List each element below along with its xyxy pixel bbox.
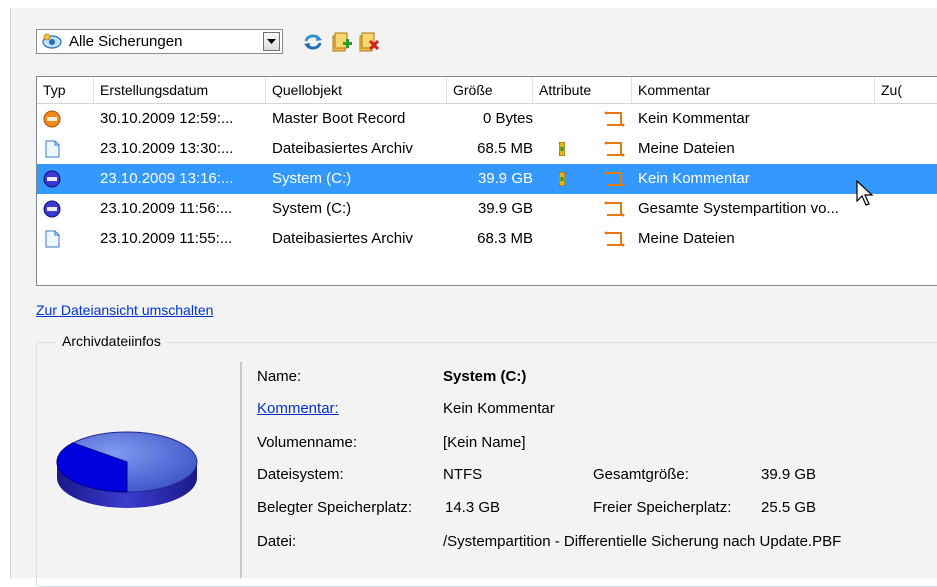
delete-backup-icon[interactable] [358, 32, 380, 52]
file-archive-icon [45, 230, 60, 248]
comment-icon [604, 231, 625, 247]
source-object: Dateibasiertes Archiv [272, 140, 413, 157]
file-archive-icon [45, 140, 60, 158]
comment-icon [604, 171, 625, 187]
table-row[interactable]: 30.10.2009 12:59:... Master Boot Record 0 … [37, 104, 937, 134]
backup-filter-value: Alle Sicherungen [69, 33, 183, 50]
creation-date: 30.10.2009 12:59:... [100, 110, 234, 127]
column-comment[interactable]: Kommentar [632, 77, 875, 103]
encrypted-attribute-icon [559, 142, 565, 156]
column-date[interactable]: Erstellungsdatum [94, 77, 266, 103]
mouse-cursor-icon [856, 180, 874, 206]
list-header: Typ Erstellungsdatum Quellobjekt Größe A… [37, 77, 937, 104]
backup-size: 68.3 MB [477, 230, 533, 247]
total-size-value: 39.9 GB [761, 466, 817, 483]
table-row[interactable]: 23.10.2009 13:30:... Dateibasiertes Archi… [37, 134, 937, 164]
mbr-disk-icon [43, 110, 61, 128]
backup-size: 68.5 MB [477, 140, 533, 157]
total-size-label: Gesamtgröße: [593, 466, 689, 483]
add-backup-icon[interactable] [331, 32, 353, 52]
name-label: Name: [257, 368, 302, 385]
disk-usage-pie-chart [56, 431, 198, 508]
file-label: Datei: [257, 533, 297, 550]
chevron-down-icon[interactable] [263, 32, 280, 51]
creation-date: 23.10.2009 13:30:... [100, 140, 234, 157]
table-row[interactable]: 23.10.2009 11:56:... System (C:) 39.9 GB Ge… [37, 194, 937, 224]
comment-link[interactable]: Kommentar: [257, 400, 339, 417]
file-path-value: /Systempartition - Differentielle Sicher… [443, 533, 842, 550]
comment-icon [604, 201, 625, 217]
comment-value: Kein Kommentar [443, 400, 555, 417]
divider [240, 362, 242, 578]
column-type[interactable]: Typ [37, 77, 94, 103]
table-row[interactable]: 23.10.2009 11:55:... Dateibasiertes Archi… [37, 224, 937, 254]
creation-date: 23.10.2009 13:16:... [100, 170, 234, 187]
column-attributes[interactable]: Attribute [533, 77, 632, 103]
used-space-value: 14.3 GB [445, 499, 501, 516]
backup-size: 39.9 GB [477, 170, 533, 187]
backup-list[interactable]: Typ Erstellungsdatum Quellobjekt Größe A… [36, 76, 937, 286]
backup-eye-icon [42, 33, 62, 49]
backup-size: 0 Bytes [482, 110, 533, 127]
backup-comment: Meine Dateien [638, 140, 735, 157]
volume-value: [Kein Name] [443, 434, 526, 451]
column-size[interactable]: Größe [447, 77, 533, 103]
free-space-label: Freier Speicherplatz: [593, 499, 732, 516]
source-object: Master Boot Record [272, 110, 406, 127]
partition-disk-icon [43, 170, 61, 188]
backup-comment: Kein Kommentar [638, 110, 750, 127]
comment-icon [604, 111, 625, 127]
creation-date: 23.10.2009 11:56:... [100, 200, 233, 217]
backup-comment: Kein Kommentar [638, 170, 750, 187]
backup-comment: Meine Dateien [638, 230, 735, 247]
refresh-icon[interactable] [302, 32, 324, 52]
column-more[interactable]: Zu( [875, 77, 937, 103]
filesystem-label: Dateisystem: [257, 466, 344, 483]
filesystem-value: NTFS [443, 466, 483, 483]
free-space-value: 25.5 GB [761, 499, 817, 516]
column-source[interactable]: Quellobjekt [266, 77, 447, 103]
backup-comment: Gesamte Systempartition vo... [638, 200, 839, 217]
creation-date: 23.10.2009 11:55:... [100, 230, 233, 247]
comment-icon [604, 141, 625, 157]
table-row[interactable]: 23.10.2009 13:16:... System (C:) 39.9 GB Ke… [37, 164, 937, 194]
name-value: System (C:) [443, 368, 527, 385]
volume-label: Volumenname: [257, 434, 358, 451]
backup-size: 39.9 GB [477, 200, 533, 217]
partition-disk-icon [43, 200, 61, 218]
encrypted-attribute-icon [559, 172, 565, 186]
backup-filter-combobox[interactable]: Alle Sicherungen [36, 29, 283, 54]
source-object: System (C:) [272, 170, 352, 187]
archive-info-title: Archivdateiinfos [56, 333, 167, 349]
switch-to-file-view-link[interactable]: Zur Dateiansicht umschalten [36, 302, 213, 318]
used-space-label: Belegter Speicherplatz: [257, 499, 413, 516]
source-object: Dateibasiertes Archiv [272, 230, 413, 247]
source-object: System (C:) [272, 200, 352, 217]
